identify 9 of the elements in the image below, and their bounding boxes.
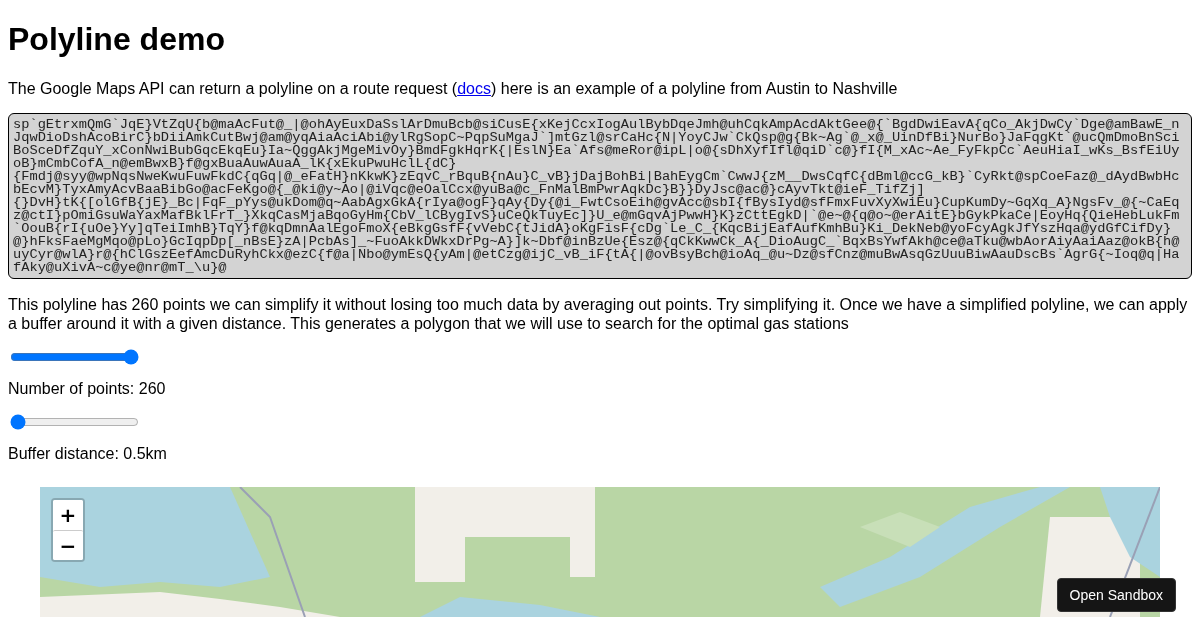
explanation-paragraph: This polyline has 260 points we can simplify it without losing too much data by averaging out points. Try simplifying it. Once we have a simplified polyline, we can apply a buffer around it with a given distance. This generates a polygon that we will use to search for the optimal gas stations <box>8 295 1189 333</box>
polyline-code: sp`gEtrxmQmG`JqE}VtZqU{b@maAcFut@_|@ohAyEuxDaSslArDmuBcb@siCusE{xKejCcxIogAulBybDqeJmh@uhCqkAmpAcdAktGee@{`BgdDwiEavA{qCo_AkjDwCy`Dge@amBawE_nJqwDioDshAcoBirC}bDiiAmkCutBwj@am@yqAiaAciAbi@ylRgSopC~PqpSuMgaJ`]mtGzl@srCaHc{N|YoyCJw`CkQsp@g{Bk~Ag`@_x@_UinDfBi}NurBo}JaFqgKt`@ucQmDmoBnSciBoSceDfZquY_xConNwiBubGqcEkqEu}Ia~QggAkjMgeMivOy}BmdFgkHqrK{|EslN}Ea`Afs@meRor@ipL|o@{sDhXyfIfl@qiD`c@}fI{M_xAc~Ae_FyFkpCc`AeuHiaI_wKs_BsfEiUyoB}mCmbCofA_n@emBwxB}f@gxBuaAuwAuaA_lK{xEkuPwuHclL{dC} {Fmdj@syy@wpNqsNweKwuFuwFkdC{qGq|@_eFatH}nKkwK}zEqvC_rBquB{nAu}C_vB}jDajBohBi|BahEygCm`CwwJ{zM__DwsCqfC{dBml@ccG_kB}`CyRkt@spCoeFaz@_dAydBwbHcbEcvM}TyxAmyAcvBaaBibGo@acFeKgo@{_@ki@y~Ao|@iVqc@eOalCcx@yuBa@c_FnMalBmPwrAqkDc}B}}DyJsc@ac@}cAyvTkt@ieF_TifZj] {}DvH}tK{[olGfB{jE}_Bc|FqF_pYys@ukDom@q~AabAgxGkA{rIya@ogF}qAy{Dy{@i_FwtCsoEih@gvAcc@sbI{fBysIyd@sfFmxFuvXyXwiEu}CupKumDy~GqXq_A}NgsFv_@{~CaEqz@ctI}pOmiGsuWaYaxMafBklFrT_}XkqCasMjaBqoGyHm{CbV_lCBygIvS}uCeQkTuyEc]}U_e@mGqvAjPwwH}K}zCttEgkD|`@e~@{q@o~@erAitE}bGykPkaCe|EoyHq{QieHebLukFm`OouB{rI{uOe}Yy]qTeiImhB}TqY}f@kqDmnAalEgoFmoX{eBkgGsfF{vVebC{tJidA}oKgFisF{cDg`Le_C_{KqcBijEafAufKmhBu}Ki_DekNeb@yoFcyAgkJfYszHqa@ydGfCifDy}@}hFksFaeMgMqo@pLo}GcIqpDp[_nBsE}zA|PcbAs]_~FuoAkkDWkxDrPg~A}]k~Dbf@inBzUe{Esz@{qCkKwwCk_A{_DioAugC_`BqxBsYwfAkh@ce@aTku@wbAorAiyAaiAaz@okB{h@uyCyr@wlA}r@{hClGszEefAmcDuRyhCkx@ezC{f@a|Nbo@ymEsQ{yAm|@etCzg@ijC_vB_iF{tA{|@ovBsyBch@ioAq_@u~Dz@sfCnz@muBwAsqGzUuuBiwAauDscBs`AgrG{~Ioq@q|HafAky@uXivA~c@ye@nr@mT_\u}@ <box>8 113 1192 279</box>
page-title: Polyline demo <box>8 21 226 58</box>
slider-label: Buffer distance: 0.5km <box>8 444 168 463</box>
docs-link[interactable]: docs <box>457 80 491 97</box>
intro-paragraph: The Google Maps API can return a polyline on a route request (docs) here is an example of a polyline from Austin to Nashville <box>8 79 899 98</box>
open-sandbox-button[interactable]: Open Sandbox <box>1056 578 1176 612</box>
zoom-out-button[interactable]: − <box>53 530 83 560</box>
slider-label: Number of points: 260 <box>8 379 167 398</box>
